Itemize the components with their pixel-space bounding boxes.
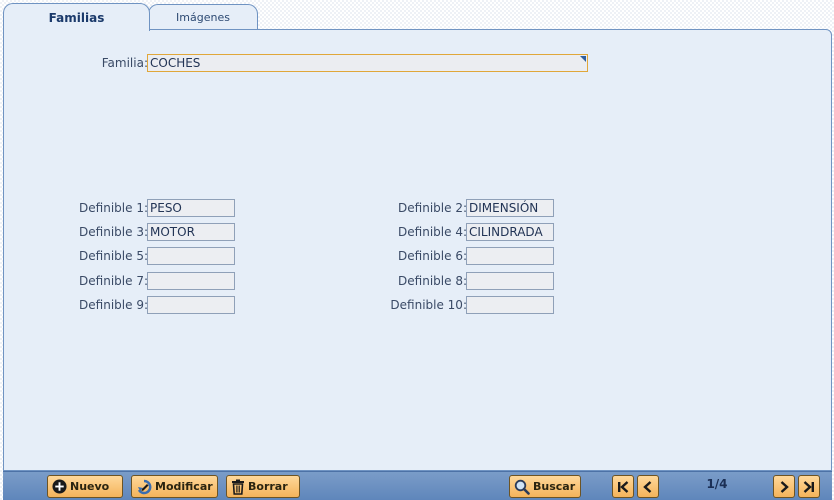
familia-value: COCHES (150, 56, 201, 70)
last-page-icon (802, 480, 816, 494)
tab-imagenes[interactable]: Imágenes (148, 4, 258, 29)
trash-icon (231, 479, 245, 495)
definible-10-label: Definible 10: (390, 298, 467, 312)
definible-7-label: Definible 7: (79, 274, 148, 288)
definible-1-label: Definible 1: (79, 201, 148, 215)
last-page-button[interactable] (798, 475, 820, 498)
definible-2-field[interactable]: DIMENSIÓN (466, 199, 554, 217)
buscar-button[interactable]: Buscar (509, 475, 581, 498)
definible-10-field[interactable] (466, 296, 554, 314)
next-page-button[interactable] (773, 475, 795, 498)
definible-5-field[interactable] (147, 247, 235, 265)
first-page-icon (616, 480, 630, 494)
prev-page-button[interactable] (637, 475, 659, 498)
definible-4-field[interactable]: CILINDRADA (466, 223, 554, 241)
definible-8-label: Definible 8: (398, 274, 467, 288)
modificar-button-label: Modificar (155, 480, 213, 493)
bottom-toolbar: Nuevo Modificar Borrar Buscar 1/4 (3, 471, 832, 500)
definible-3-label: Definible 3: (79, 225, 148, 239)
buscar-button-label: Buscar (533, 480, 576, 493)
page-indicator: 1/4 (706, 477, 728, 491)
familia-field[interactable]: COCHES (147, 54, 588, 72)
definible-4-value: CILINDRADA (469, 225, 543, 239)
modificar-button[interactable]: Modificar (131, 475, 218, 498)
definible-6-label: Definible 6: (398, 249, 467, 263)
borrar-button[interactable]: Borrar (226, 475, 300, 498)
nuevo-button[interactable]: Nuevo (47, 475, 123, 498)
familia-label: Familia: (101, 56, 148, 70)
tab-imagenes-label: Imágenes (176, 10, 230, 24)
nuevo-button-label: Nuevo (70, 480, 110, 493)
plus-circle-icon (52, 479, 67, 494)
edit-icon (136, 479, 152, 495)
definible-7-field[interactable] (147, 272, 235, 290)
definible-8-field[interactable] (466, 272, 554, 290)
definible-4-label: Definible 4: (398, 225, 467, 239)
definible-5-label: Definible 5: (79, 249, 148, 263)
prev-page-icon (641, 480, 655, 494)
definible-6-field[interactable] (466, 247, 554, 265)
definible-1-value: PESO (150, 201, 182, 215)
first-page-button[interactable] (612, 475, 634, 498)
form-panel: Familia: COCHES Definible 1: PESO Defini… (3, 29, 832, 471)
definible-3-value: MOTOR (150, 225, 195, 239)
definible-2-value: DIMENSIÓN (469, 201, 539, 215)
dropdown-corner-icon (580, 56, 586, 62)
tab-familias-label: Familias (48, 10, 105, 25)
tab-familias[interactable]: Familias (3, 3, 150, 31)
definible-9-label: Definible 9: (79, 298, 148, 312)
borrar-button-label: Borrar (248, 480, 288, 493)
definible-1-field[interactable]: PESO (147, 199, 235, 217)
definible-3-field[interactable]: MOTOR (147, 223, 235, 241)
magnifier-icon (514, 479, 530, 495)
next-page-icon (777, 480, 791, 494)
definible-2-label: Definible 2: (398, 201, 467, 215)
definible-9-field[interactable] (147, 296, 235, 314)
